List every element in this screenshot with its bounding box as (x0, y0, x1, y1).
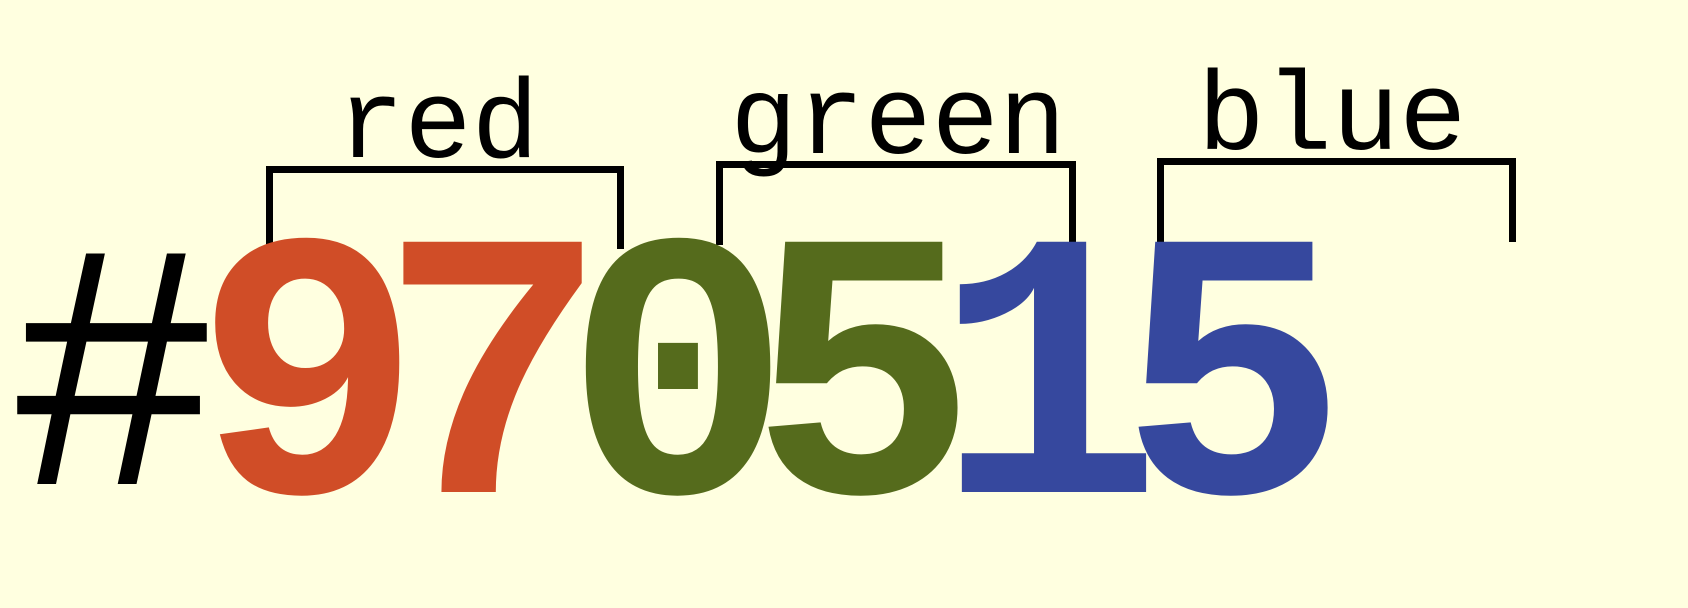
blue-digits: 15 (934, 177, 1347, 607)
green-digits: 05 (564, 177, 977, 607)
hex-color-diagram: red green blue # 97 05 15 (0, 0, 1688, 608)
hex-code: # 97 05 15 (8, 202, 1347, 582)
red-digits: 97 (194, 177, 607, 607)
hash-symbol: # (8, 194, 218, 590)
